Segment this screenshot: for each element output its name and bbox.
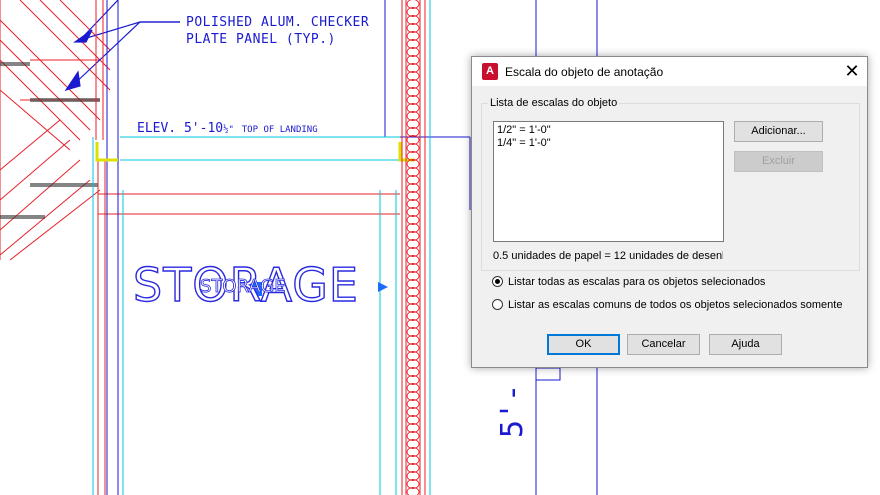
- radio-button-selected[interactable]: [492, 276, 503, 287]
- delete-scale-button[interactable]: Excluir: [734, 151, 823, 172]
- dialog-titlebar[interactable]: A Escala do objeto de anotação ✕: [472, 57, 867, 86]
- coil-loops: [406, 0, 420, 495]
- elevation-fraction: ½": [223, 125, 234, 135]
- annotation-note-line1: POLISHED ALUM. CHECKER: [186, 15, 370, 30]
- landing-edge: [95, 142, 415, 162]
- elevation-suffix: TOP OF LANDING: [241, 125, 318, 135]
- radio-list-all[interactable]: Listar todas as escalas para os objetos …: [492, 276, 765, 288]
- ok-button[interactable]: OK: [547, 334, 620, 355]
- annotation-note-line2: PLATE PANEL (TYP.): [186, 32, 336, 47]
- dimension-text: 5'-: [495, 383, 530, 438]
- list-item[interactable]: 1/2" = 1'-0": [497, 124, 720, 137]
- radio-common-label: Listar as escalas comuns de todos os obj…: [508, 299, 843, 311]
- scale-list[interactable]: 1/2" = 1'-0" 1/4" = 1'-0": [493, 121, 724, 242]
- room-label-storage-small[interactable]: STORAGE: [200, 277, 286, 296]
- hatch-marks: [0, 62, 100, 219]
- dialog-title: Escala do objeto de anotação: [505, 65, 664, 79]
- group-label: Lista de escalas do objeto: [488, 97, 620, 109]
- autocad-app-icon: A: [482, 63, 498, 80]
- help-button[interactable]: Ajuda: [709, 334, 782, 355]
- leader-lines: [64, 0, 180, 92]
- list-item[interactable]: 1/4" = 1'-0": [497, 137, 720, 150]
- radio-list-common[interactable]: Listar as escalas comuns de todos os obj…: [492, 299, 842, 311]
- cancel-button[interactable]: Cancelar: [627, 334, 700, 355]
- close-button[interactable]: ✕: [837, 57, 867, 86]
- wall-lines: [95, 0, 400, 495]
- cyan-lines: [92, 0, 431, 495]
- elevation-label: ELEV. 5'-10½" TOP OF LANDING: [137, 122, 318, 135]
- paper-units-info: 0.5 unidades de papel = 12 unidades de d…: [493, 250, 723, 262]
- text-grip-arrow[interactable]: [378, 282, 388, 292]
- add-scale-button[interactable]: Adicionar...: [734, 121, 823, 142]
- radio-all-label: Listar todas as escalas para os objetos …: [508, 276, 766, 288]
- annotation-scale-dialog: A Escala do objeto de anotação ✕ Lista d…: [471, 56, 868, 368]
- radio-button[interactable]: [492, 299, 503, 310]
- elevation-main: ELEV. 5'-10: [137, 121, 224, 136]
